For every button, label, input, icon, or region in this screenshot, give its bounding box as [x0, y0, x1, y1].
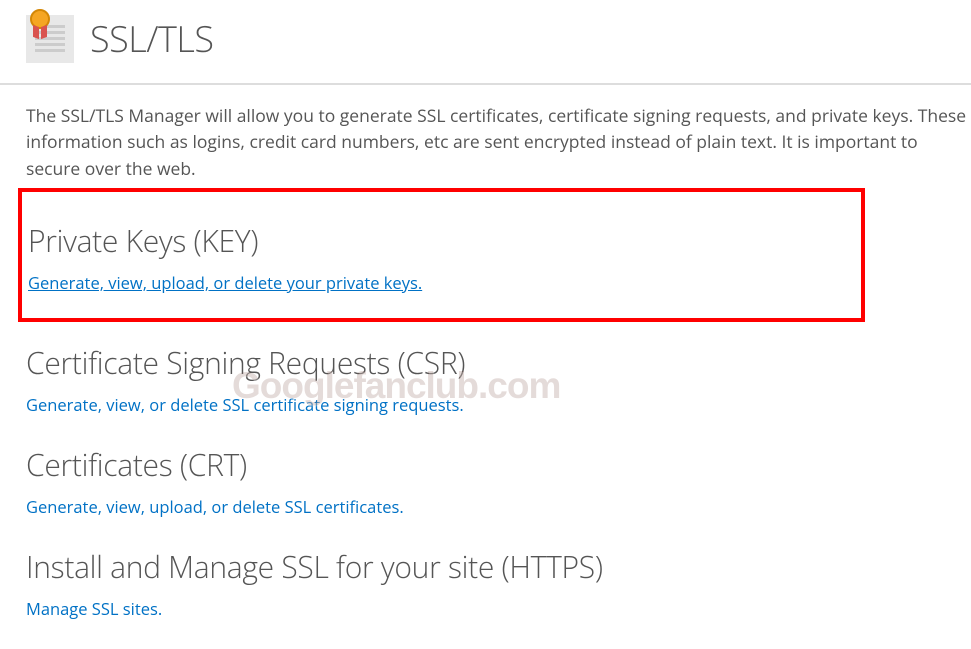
- private-keys-section: Private Keys (KEY) Generate, view, uploa…: [18, 188, 865, 322]
- private-keys-title: Private Keys (KEY): [28, 220, 851, 261]
- crt-title: Certificates (CRT): [26, 444, 971, 485]
- header-divider: [0, 83, 971, 85]
- page-title: SSL/TLS: [90, 14, 213, 63]
- install-ssl-link[interactable]: Manage SSL sites.: [26, 597, 162, 620]
- install-ssl-title: Install and Manage SSL for your site (HT…: [26, 546, 971, 587]
- csr-section: Certificate Signing Requests (CSR) Gener…: [26, 330, 971, 432]
- csr-link[interactable]: Generate, view, or delete SSL certificat…: [26, 393, 464, 416]
- private-keys-link[interactable]: Generate, view, upload, or delete your p…: [28, 271, 422, 294]
- install-ssl-section: Install and Manage SSL for your site (HT…: [26, 534, 971, 636]
- ssl-tls-icon: [26, 15, 74, 63]
- crt-link[interactable]: Generate, view, upload, or delete SSL ce…: [26, 495, 404, 518]
- csr-title: Certificate Signing Requests (CSR): [26, 342, 971, 383]
- crt-section: Certificates (CRT) Generate, view, uploa…: [26, 432, 971, 534]
- page-header: SSL/TLS: [0, 0, 971, 77]
- page-description: The SSL/TLS Manager will allow you to ge…: [0, 103, 971, 182]
